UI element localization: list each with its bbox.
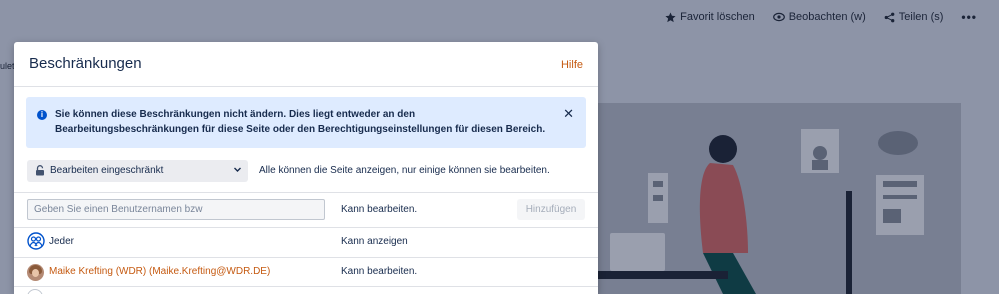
close-icon[interactable]: ✕ — [563, 107, 574, 120]
dialog-title: Beschränkungen — [29, 55, 142, 72]
divider — [14, 286, 598, 287]
info-icon: i — [37, 110, 47, 120]
eye-icon — [772, 12, 785, 22]
page-header-actions: Favorit löschen Beobachten (w) Teilen (s… — [665, 9, 999, 25]
watch-button[interactable]: Beobachten (w) — [772, 11, 866, 23]
share-label: Teilen (s) — [898, 11, 944, 23]
share-button[interactable]: Teilen (s) — [884, 11, 944, 23]
avatar — [27, 264, 44, 281]
restriction-description: Alle können die Seite anzeigen, nur eini… — [259, 165, 550, 176]
page-illustration — [598, 103, 961, 294]
username-input[interactable] — [27, 199, 325, 220]
divider — [14, 192, 598, 193]
entry-name-everyone: Jeder — [49, 236, 75, 247]
entry-permission-user[interactable]: Kann bearbeiten. — [341, 266, 417, 277]
divider — [14, 257, 598, 258]
info-message-text: Sie können diese Beschränkungen nicht än… — [55, 109, 546, 135]
restrictions-dialog: Beschränkungen Hilfe i Sie können diese … — [14, 42, 598, 294]
divider — [14, 227, 598, 228]
info-message: i Sie können diese Beschränkungen nicht … — [26, 97, 586, 148]
favorite-label: Favorit löschen — [680, 11, 755, 23]
group-icon — [27, 232, 45, 250]
add-user-permission[interactable]: Kann bearbeiten. — [341, 204, 417, 215]
restriction-select-value: Bearbeiten eingeschränkt — [50, 165, 164, 176]
avatar-face — [32, 269, 39, 277]
add-button[interactable]: Hinzufügen — [517, 199, 585, 220]
restriction-select[interactable]: Bearbeiten eingeschränkt — [27, 160, 248, 182]
help-link[interactable]: Hilfe — [561, 59, 583, 71]
star-icon — [665, 11, 676, 22]
more-actions-icon[interactable]: ••• — [961, 10, 977, 24]
entry-name-user[interactable]: Maike Krefting (WDR) (Maike.Krefting@WDR… — [49, 266, 270, 277]
share-icon — [884, 12, 895, 22]
illustration-art — [598, 129, 924, 294]
entry-permission-everyone[interactable]: Kann anzeigen — [341, 236, 408, 247]
dialog-header: Beschränkungen Hilfe — [14, 42, 598, 87]
chevron-down-icon — [234, 167, 241, 172]
lock-icon — [36, 165, 44, 176]
favorite-button[interactable]: Favorit löschen — [665, 11, 755, 23]
watch-label: Beobachten (w) — [788, 11, 866, 23]
next-entry-avatar — [27, 289, 43, 294]
